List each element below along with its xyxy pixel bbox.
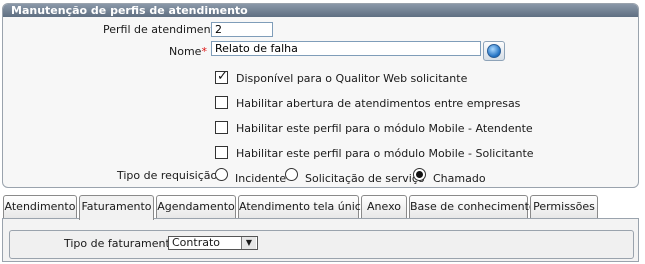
radio-chamado-label: Chamado (433, 172, 486, 185)
checkbox-mobile-solicitante[interactable] (215, 146, 228, 159)
radio-incidente[interactable] (215, 168, 228, 181)
tab-permissoes[interactable]: Permissões (530, 195, 598, 219)
tab-base-de-conhecimento[interactable]: Base de conhecimento (409, 195, 536, 219)
radio-incidente-label: Incidente (235, 172, 287, 185)
nome-label: Nome* : (169, 45, 214, 58)
faturamento-label: Tipo de faturamento : (64, 237, 184, 250)
radio-solicitacao-label: Solicitação de serviço (305, 172, 425, 185)
tab-atendimento[interactable]: Atendimento (3, 195, 77, 219)
required-marker: * (201, 45, 207, 58)
tab-atendimento-tela-unica[interactable]: Atendimento tela única (238, 195, 368, 219)
faturamento-group: Tipo de faturamento : Contrato ▼ (9, 230, 634, 259)
checkbox-entre-empresas[interactable] (215, 96, 228, 109)
chevron-down-icon: ▼ (241, 237, 256, 249)
faturamento-selected: Contrato (172, 236, 221, 249)
requisicao-label: Tipo de requisição : (117, 169, 225, 182)
nome-input[interactable] (211, 41, 481, 56)
globe-icon[interactable] (483, 41, 505, 61)
checkbox-mobile-atendente[interactable] (215, 121, 228, 134)
radio-solicitacao[interactable] (285, 168, 298, 181)
checkbox-entre-empresas-label: Habilitar abertura de atendimentos entre… (236, 97, 521, 110)
perfil-panel: Manutenção de perfis de atendimento Perf… (2, 3, 639, 188)
radio-chamado[interactable] (413, 168, 426, 181)
faturamento-select[interactable]: Contrato ▼ (168, 236, 258, 250)
perfil-input[interactable] (211, 22, 273, 37)
tab-faturamento[interactable]: Faturamento (79, 195, 154, 220)
perfil-label: Perfil de atendimento : (103, 23, 229, 36)
tab-anexo[interactable]: Anexo (361, 195, 407, 219)
tab-agendamento[interactable]: Agendamento (156, 195, 236, 219)
checkbox-qualitor-web[interactable] (215, 69, 228, 84)
checkbox-mobile-solicitante-label: Habilitar este perfil para o módulo Mobi… (236, 147, 534, 160)
panel-title: Manutenção de perfis de atendimento (3, 4, 638, 17)
tab-content: Tipo de faturamento : Contrato ▼ (2, 218, 639, 262)
checkbox-mobile-atendente-label: Habilitar este perfil para o módulo Mobi… (236, 122, 533, 135)
checkbox-qualitor-web-label: Disponível para o Qualitor Web solicitan… (236, 72, 468, 85)
